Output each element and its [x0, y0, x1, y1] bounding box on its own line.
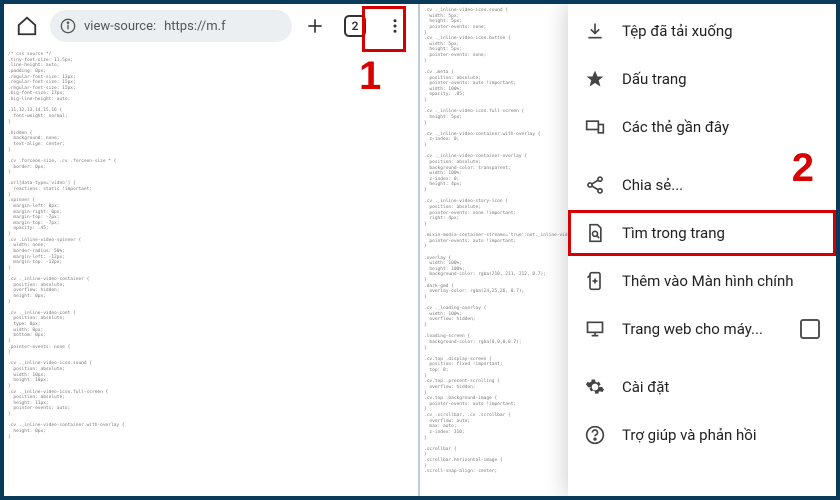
- menu-desktop-site[interactable]: Trang web cho máy...: [568, 306, 836, 352]
- star-filled-icon: [584, 68, 606, 90]
- annotation-number-2: 2: [792, 146, 814, 191]
- desktop-site-checkbox[interactable]: [800, 319, 820, 339]
- download-icon: [584, 20, 606, 42]
- menu-recent-tabs[interactable]: Các thẻ gần đây: [568, 104, 836, 150]
- annotation-number-1: 1: [359, 54, 381, 99]
- desktop-icon: [584, 318, 606, 340]
- menu-label: Chia sẻ...: [622, 176, 683, 194]
- overflow-menu: Tệp đã tải xuống Dấu trang Các thẻ gần đ…: [568, 4, 836, 496]
- add-home-icon: [584, 270, 606, 292]
- menu-label: Thêm vào Màn hình chính: [622, 272, 794, 290]
- browser-toolbar: view-source:https://m.f 2: [4, 4, 418, 48]
- annotation-highlight-1: [362, 6, 406, 52]
- menu-bookmarks[interactable]: Dấu trang: [568, 56, 836, 102]
- menu-find-in-page[interactable]: Tìm trong trang: [568, 210, 836, 256]
- menu-label: Tìm trong trang: [622, 224, 725, 242]
- help-icon: [584, 424, 606, 446]
- menu-downloads[interactable]: Tệp đã tải xuống: [568, 8, 836, 54]
- menu-label: Tệp đã tải xuống: [622, 22, 733, 40]
- find-in-page-icon: [584, 222, 606, 244]
- menu-label: Trợ giúp và phản hồi: [622, 426, 756, 444]
- menu-label: Cài đặt: [622, 378, 669, 396]
- gear-icon: [584, 376, 606, 398]
- site-info-icon: [60, 18, 76, 34]
- home-button[interactable]: [10, 9, 44, 43]
- url-prefix: view-source:: [84, 19, 156, 34]
- menu-label: Dấu trang: [622, 70, 687, 88]
- menu-help[interactable]: Trợ giúp và phản hồi: [568, 412, 836, 458]
- menu-label: Trang web cho máy...: [622, 320, 763, 338]
- menu-add-to-home[interactable]: Thêm vào Màn hình chính: [568, 258, 836, 304]
- menu-label: Các thẻ gần đây: [622, 118, 729, 136]
- share-icon: [584, 174, 606, 196]
- url-bar[interactable]: view-source: https://m.f: [50, 10, 292, 42]
- new-tab-button[interactable]: [298, 9, 332, 43]
- url-text: https://m.f: [164, 19, 225, 34]
- menu-settings[interactable]: Cài đặt: [568, 364, 836, 410]
- page-source-view[interactable]: /* css source */ .tiny-font-size: 11.5px…: [4, 48, 418, 496]
- devices-icon: [584, 116, 606, 138]
